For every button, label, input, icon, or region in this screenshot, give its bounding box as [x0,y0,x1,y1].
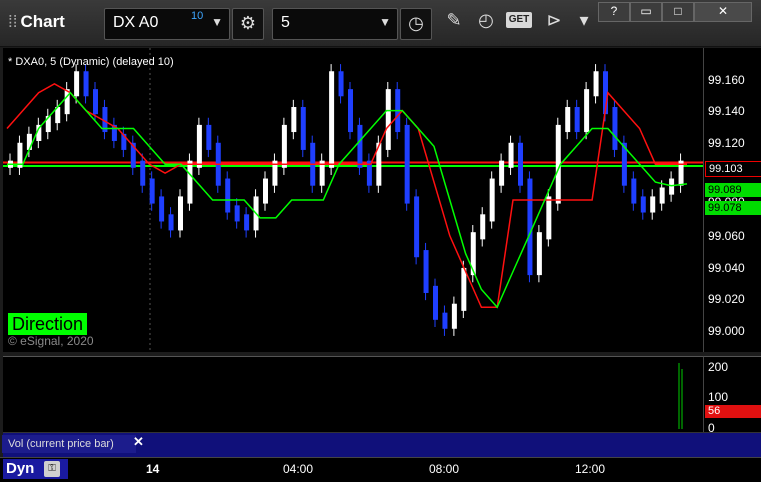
candle-body [64,89,70,115]
price-tick: 99.040 [708,261,745,275]
candle-body [206,124,212,150]
restore-button[interactable]: ▭ [630,2,662,22]
candle-body [433,285,438,320]
candle-body [584,89,590,133]
candle-body [234,205,240,222]
app-title: ⁞⁞ Chart [8,12,65,32]
candle-body [159,196,165,222]
time-label: 12:00 [575,462,606,476]
get-icon[interactable]: GET [506,12,532,28]
candle-body [631,178,637,204]
candle-body [546,196,552,240]
candle-body [225,178,231,213]
candle-body [178,196,183,231]
candle-body [385,89,391,150]
candle-body [414,196,420,258]
candle-body [489,178,495,222]
candle-body [168,214,174,231]
green-high-badge: 99.089 [705,183,761,197]
volume-tick: 100 [708,390,729,404]
candle-body [357,124,363,168]
candle-body [593,71,599,97]
close-icon[interactable]: ✕ [133,434,144,450]
candle-body [196,124,202,168]
candle-body [659,187,665,204]
panel-label[interactable]: Vol (current price bar) [2,435,136,453]
candle-body [669,178,675,195]
candle-body [93,89,98,115]
app-title-text: Chart [20,12,65,31]
candle-body [442,312,448,329]
pencil-icon[interactable]: ✎ [440,10,468,31]
candle-body [527,178,533,276]
candle-body [536,232,542,276]
candle-body [329,71,335,168]
candle-body [338,71,344,97]
candle-body [508,142,514,168]
candle-body [263,178,268,204]
help-button[interactable]: ? [598,2,630,22]
candle-body [612,107,618,150]
time-label: 08:00 [429,462,460,476]
price-tick: 99.120 [708,136,745,150]
candle-body [480,214,486,240]
time-label: 14 [146,462,160,476]
current-price-badge: 99.103 [705,161,761,177]
gear-icon[interactable]: ⚙ [232,8,264,40]
close-button[interactable]: ✕ [694,2,752,22]
maximize-button[interactable]: □ [662,2,694,22]
price-tick: 99.140 [708,104,745,118]
volume-tick: 200 [708,360,729,374]
candle-body [451,303,457,329]
study-icon[interactable]: ◴ [472,10,500,31]
price-chart-svg [3,48,703,352]
clock-icon[interactable]: ◷ [400,8,432,40]
volume-badge: 56 [705,405,761,418]
symbol-delay: 10 [191,10,204,22]
copyright-text: © eSignal, 2020 [8,334,94,348]
time-label: 04:00 [283,462,314,476]
chevron-down-icon[interactable]: ▾ [570,10,598,31]
candle-body [187,160,193,204]
candle-body [244,214,250,231]
candle-body [140,160,146,186]
price-tick: 99.000 [708,324,745,338]
chevron-down-icon[interactable]: ▼ [211,15,223,29]
price-tick: 99.020 [708,292,745,306]
candle-body [565,107,571,133]
green-low-badge: 99.078 [705,201,761,215]
play-icon[interactable]: ⊳ [540,10,568,31]
price-tick: 99.160 [708,73,745,87]
chevron-down-icon[interactable]: ▼ [379,15,391,29]
chart-legend: * DXA0, 5 (Dynamic) (delayed 10) [8,56,174,68]
symbol-input[interactable]: DX A0 10 ▼ [104,8,230,40]
lock-icon[interactable]: ⚿ [44,461,60,477]
candle-body [291,107,297,133]
candle-body [518,142,523,186]
candle-body [423,250,429,293]
symbol-text: DX A0 [113,14,159,31]
candle-body [404,124,410,204]
grip-icon[interactable]: ⁞⁞ [8,12,17,31]
volume-chart[interactable] [3,356,703,432]
candle-body [83,71,89,97]
price-chart[interactable] [3,48,703,352]
candle-body [499,160,505,186]
price-tick: 99.060 [708,229,745,243]
candle-body [640,196,646,213]
interval-text: 5 [281,14,290,31]
interval-select[interactable]: 5 ▼ [272,8,398,40]
candle-body [574,107,580,133]
candle-body [348,89,353,133]
candle-body [300,107,306,150]
candle-body [281,124,287,168]
candle-body [650,196,656,213]
direction-label: Direction [8,313,88,335]
volume-svg [678,363,683,429]
time-axis[interactable] [0,457,761,482]
candle-body [149,178,155,204]
candle-body [461,267,467,311]
candle-body [74,71,80,97]
